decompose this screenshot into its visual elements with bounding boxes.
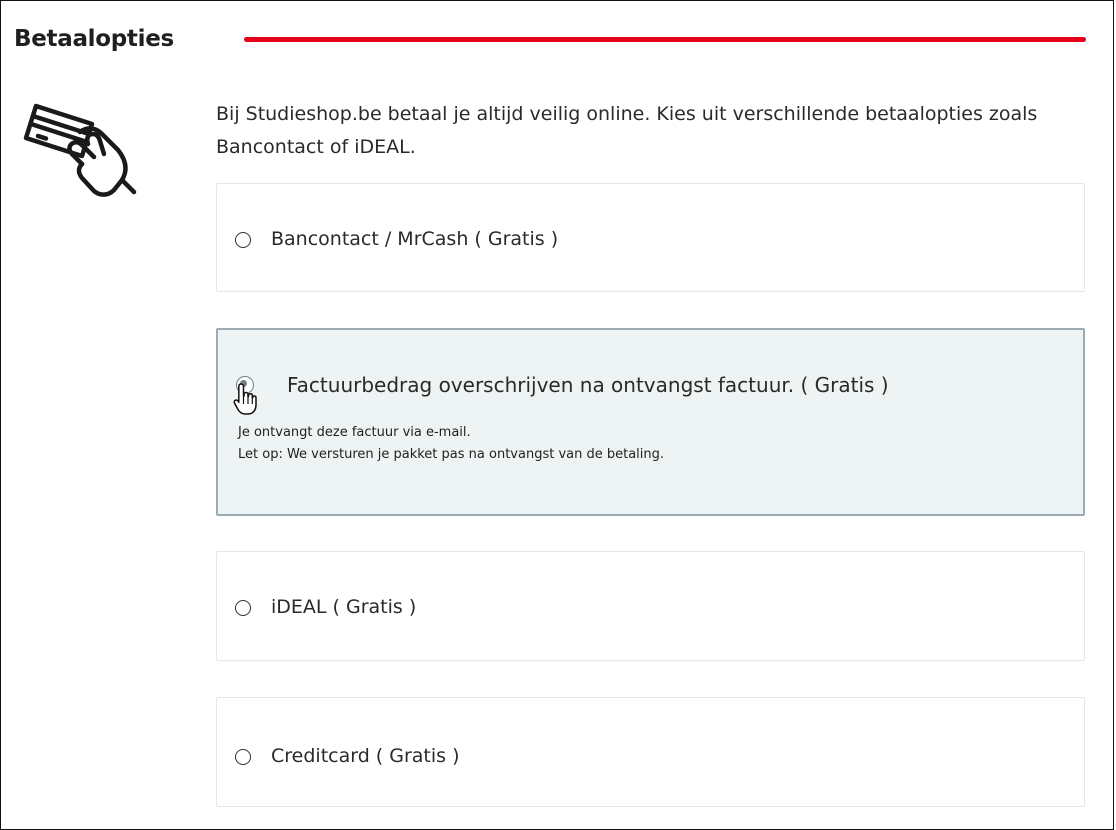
option-description-line: Let op: We versturen je pakket pas na on… xyxy=(238,447,665,462)
section-title: Betaalopties xyxy=(14,26,174,52)
intro-text: Bij Studieshop.be betaal je altijd veili… xyxy=(216,103,1038,158)
option-description-line: Je ontvangt deze factuur via e-mail. xyxy=(238,425,471,440)
payment-option-bancontact[interactable]: Bancontact / MrCash ( Gratis ) xyxy=(216,183,1085,292)
payment-option-ideal[interactable]: iDEAL ( Gratis ) xyxy=(216,551,1085,661)
payment-option-invoice[interactable]: Factuurbedrag overschrijven na ontvangst… xyxy=(216,328,1085,516)
option-label-creditcard: Creditcard ( Gratis ) xyxy=(271,745,460,767)
payment-option-creditcard[interactable]: Creditcard ( Gratis ) xyxy=(216,697,1085,807)
option-description-invoice: Je ontvangt deze factuur via e-mail. Let… xyxy=(238,422,664,466)
option-label-bancontact: Bancontact / MrCash ( Gratis ) xyxy=(271,228,559,250)
radio-ideal[interactable] xyxy=(235,600,251,616)
title-divider xyxy=(244,37,1086,42)
hand-pointer-icon xyxy=(233,383,257,415)
radio-bancontact[interactable] xyxy=(235,232,251,248)
option-label-ideal: iDEAL ( Gratis ) xyxy=(271,596,417,618)
hand-card-icon xyxy=(23,103,137,197)
radio-creditcard[interactable] xyxy=(235,749,251,765)
option-label-invoice: Factuurbedrag overschrijven na ontvangst… xyxy=(287,373,889,397)
